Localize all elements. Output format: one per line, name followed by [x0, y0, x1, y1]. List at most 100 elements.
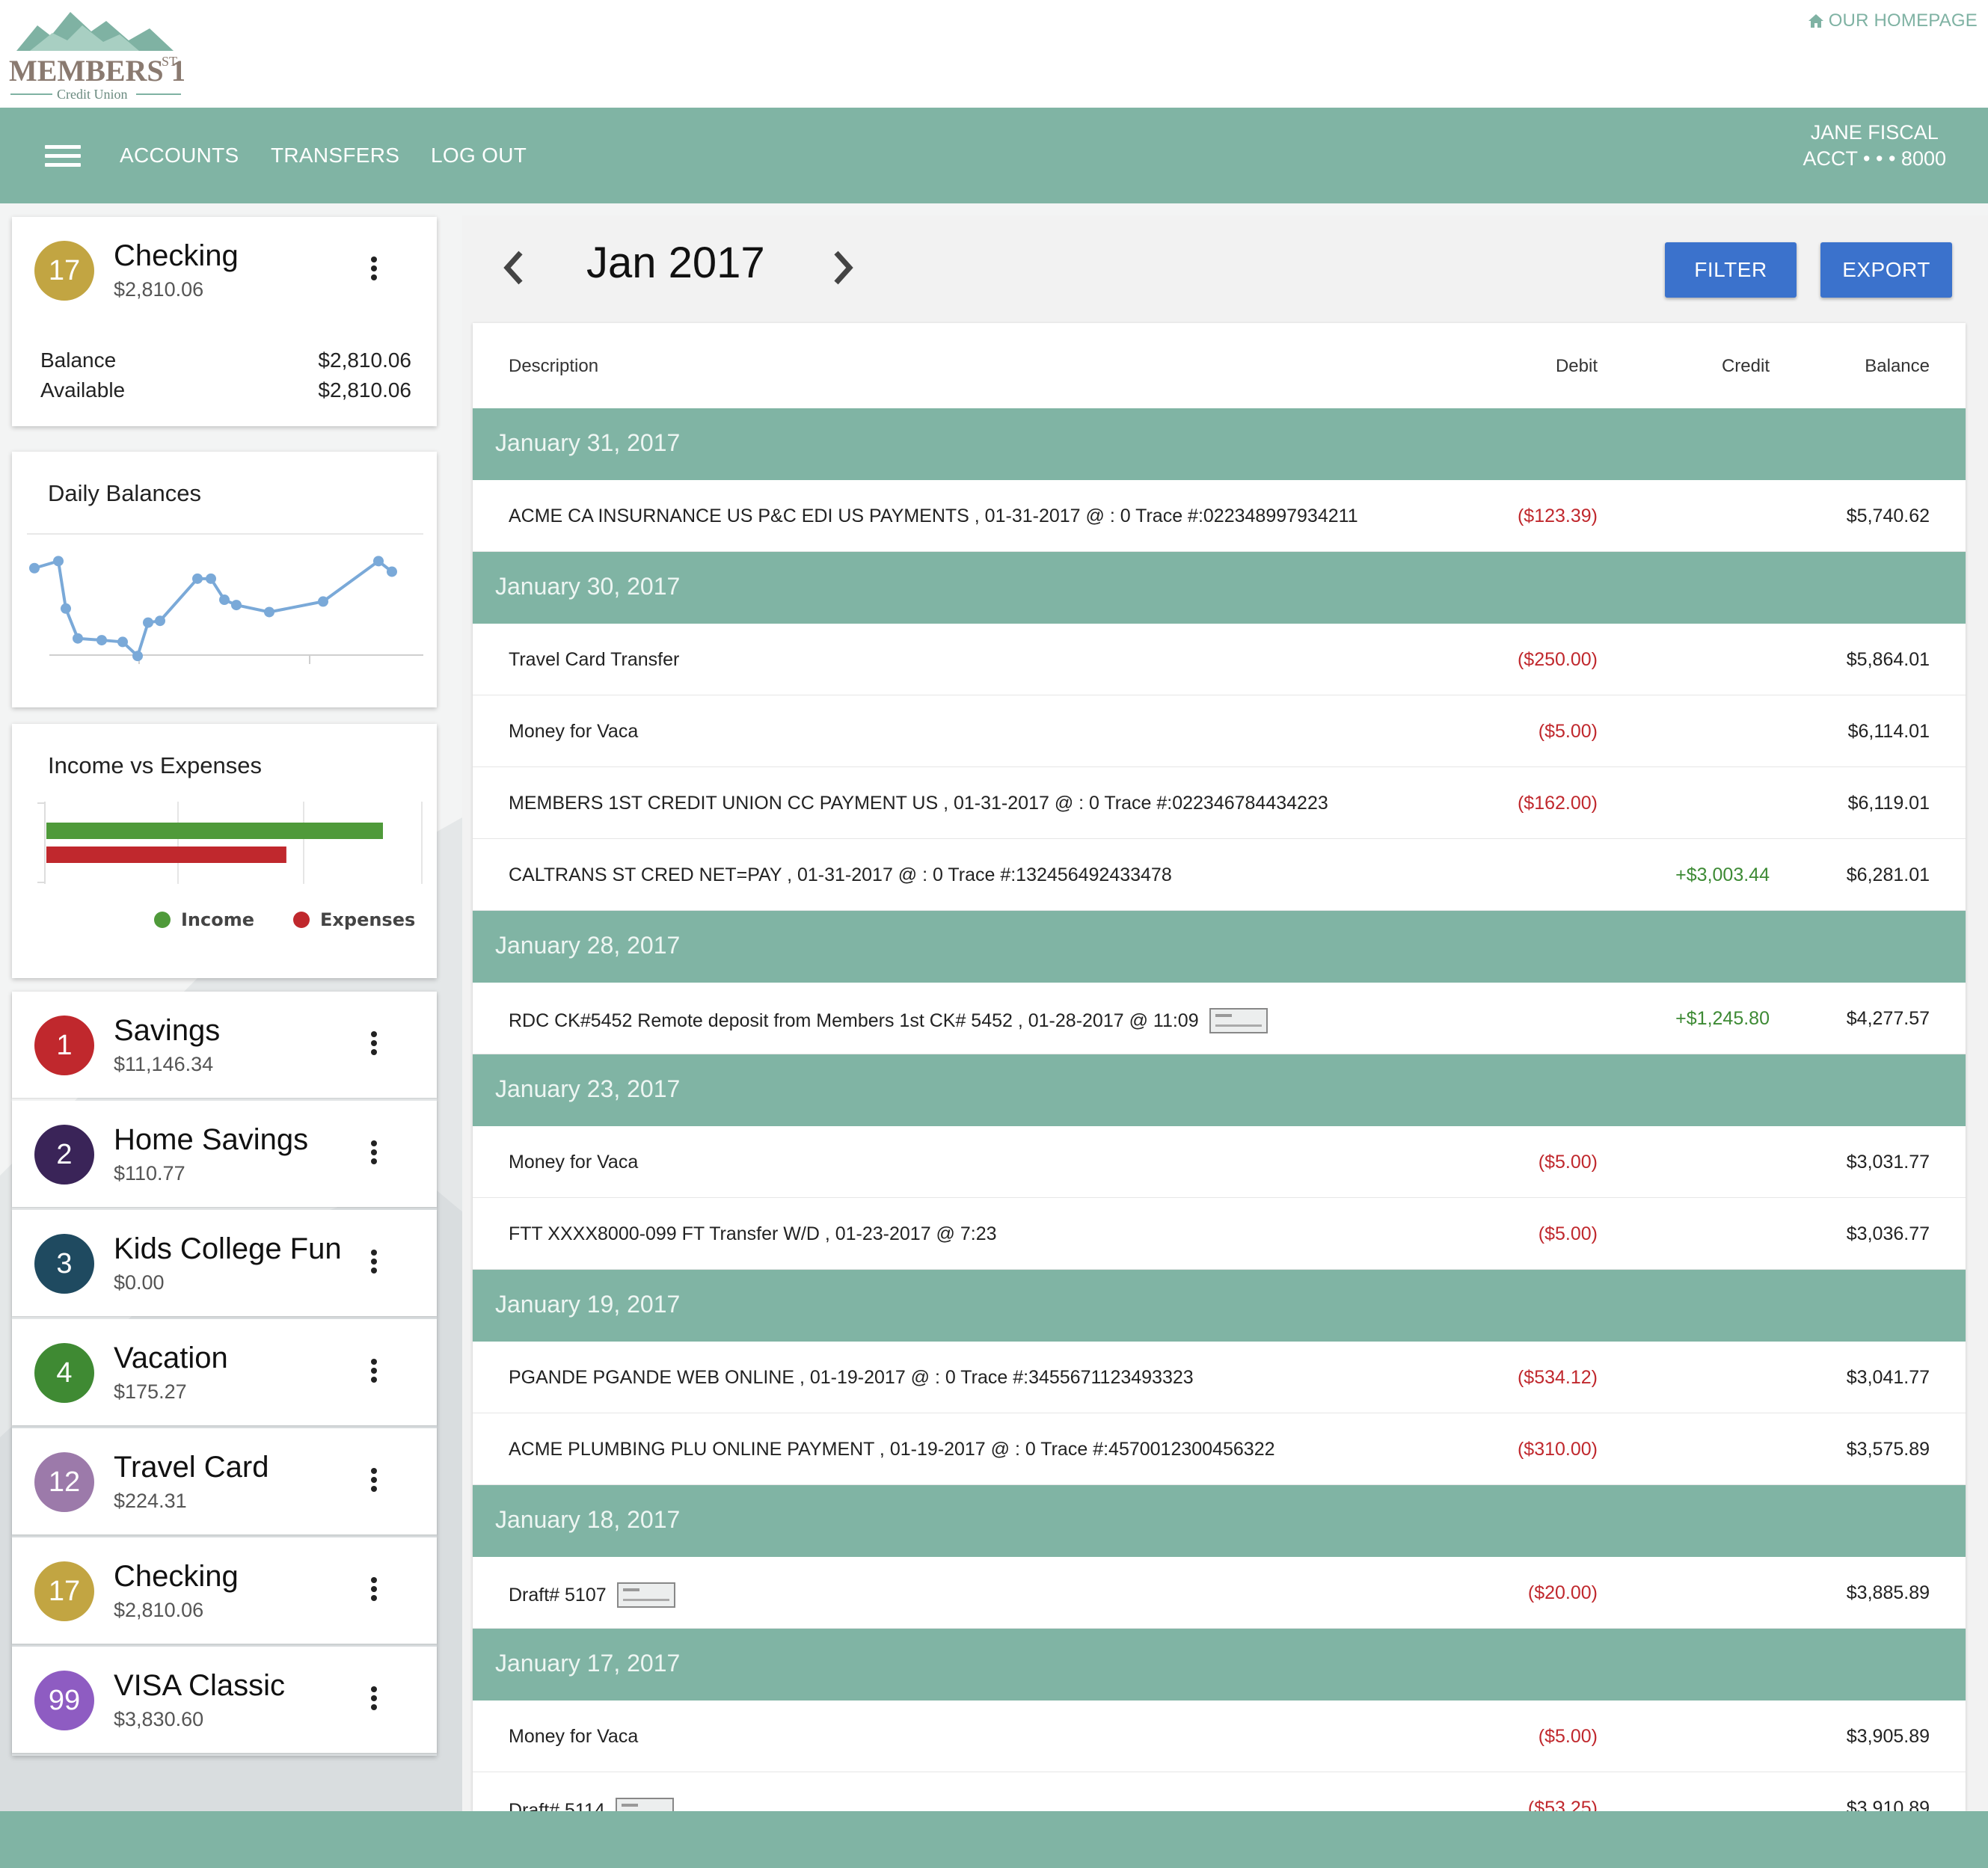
balance-point[interactable] — [61, 603, 71, 614]
nav-log-out[interactable]: LOG OUT — [431, 144, 527, 168]
filter-button[interactable]: FILTER — [1665, 242, 1797, 298]
balance-point[interactable] — [73, 633, 83, 644]
transaction-row[interactable]: CALTRANS ST CRED NET=PAY , 01-31-2017 @ … — [473, 839, 1966, 911]
transaction-description: Draft# 5114 — [509, 1799, 605, 1812]
more-options-icon[interactable] — [365, 1357, 383, 1389]
transaction-row[interactable]: Money for Vaca ($5.00) $3,031.77 — [473, 1126, 1966, 1198]
transactions-panel: Jan 2017 FILTER EXPORT Description Debit… — [462, 215, 1988, 1811]
balance-point[interactable] — [132, 651, 143, 662]
account-amount: $11,146.34 — [114, 1053, 214, 1075]
transaction-row[interactable]: ACME CA INSURNANCE US P&C EDI US PAYMENT… — [473, 480, 1966, 552]
transaction-row[interactable]: Money for Vaca ($5.00) $3,905.89 — [473, 1700, 1966, 1772]
date-group-header: January 31, 2017 — [473, 408, 1966, 480]
transaction-row[interactable]: Travel Card Transfer ($250.00) $5,864.01 — [473, 624, 1966, 695]
current-account-card[interactable]: 17 Checking $2,810.06 Balance $2,810.06 … — [12, 217, 437, 426]
transaction-row[interactable]: PGANDE PGANDE WEB ONLINE , 01-19-2017 @ … — [473, 1342, 1966, 1413]
members-1st-logo[interactable]: MEMBERS 1 ST Credit Union — [7, 6, 184, 102]
account-list-item[interactable]: 1 Savings $11,146.34 — [12, 992, 437, 1098]
more-options-icon[interactable] — [365, 1138, 383, 1171]
hamburger-menu-icon[interactable] — [45, 145, 81, 168]
expenses-bar[interactable] — [46, 847, 286, 863]
transaction-description-cell: CALTRANS ST CRED NET=PAY , 01-31-2017 @ … — [509, 864, 1172, 886]
transaction-description: Money for Vaca — [509, 1726, 639, 1747]
balance-point[interactable] — [143, 617, 153, 628]
check-image-icon[interactable] — [616, 1582, 675, 1608]
balance-point[interactable] — [219, 594, 230, 606]
account-name: Home Savings — [114, 1123, 309, 1156]
balance-point[interactable] — [53, 556, 64, 567]
more-options-icon[interactable] — [365, 1684, 383, 1717]
more-options-icon[interactable] — [365, 1247, 383, 1280]
transaction-row[interactable]: Draft# 5114 ($53.25) $3,910.89 — [473, 1772, 1966, 1811]
transaction-description: FTT XXXX8000-099 FT Transfer W/D , 01-23… — [509, 1223, 997, 1244]
group-date: January 17, 2017 — [495, 1650, 681, 1677]
available-label: Available — [40, 378, 126, 402]
balance-point[interactable] — [231, 600, 242, 611]
account-list-item[interactable]: 3 Kids College Fun $0.00 — [12, 1210, 437, 1316]
transaction-debit: ($162.00) — [1517, 793, 1598, 814]
transaction-debit: ($534.12) — [1517, 1367, 1598, 1388]
more-options-icon[interactable] — [365, 1466, 383, 1499]
accounts-list: 1 Savings $11,146.34 2 Home Savings $110.77 3 K… — [12, 992, 437, 1756]
account-badge: 4 — [34, 1343, 94, 1403]
balance-point[interactable] — [117, 636, 128, 648]
daily-balances-title: Daily Balances — [48, 480, 202, 506]
column-debit[interactable]: Debit — [1556, 356, 1598, 377]
balance-point[interactable] — [29, 562, 40, 574]
column-credit[interactable]: Credit — [1722, 356, 1770, 377]
account-list-item[interactable]: 2 Home Savings $110.77 — [12, 1101, 437, 1207]
next-month-icon[interactable] — [827, 245, 857, 290]
our-homepage-link[interactable]: OUR HOMEPAGE — [1808, 10, 1978, 31]
date-group-header: January 23, 2017 — [473, 1054, 1966, 1126]
transaction-debit: ($20.00) — [1527, 1582, 1598, 1603]
group-date: January 19, 2017 — [495, 1291, 681, 1318]
nav-transfers[interactable]: TRANSFERS — [271, 144, 399, 168]
balance-point[interactable] — [192, 573, 203, 584]
balance-point[interactable] — [387, 566, 397, 577]
balance-point[interactable] — [155, 615, 165, 627]
income-expenses-title: Income vs Expenses — [48, 752, 263, 778]
transaction-description-cell: PGANDE PGANDE WEB ONLINE , 01-19-2017 @ … — [509, 1367, 1194, 1389]
transaction-row[interactable]: MEMBERS 1ST CREDIT UNION CC PAYMENT US ,… — [473, 767, 1966, 839]
transaction-row[interactable]: ACME PLUMBING PLU ONLINE PAYMENT , 01-19… — [473, 1413, 1966, 1485]
transaction-row[interactable]: Draft# 5107 ($20.00) $3,885.89 — [473, 1557, 1966, 1629]
account-list-item[interactable]: 4 Vacation $175.27 — [12, 1319, 437, 1425]
income-bar[interactable] — [46, 823, 383, 839]
more-options-icon[interactable] — [365, 1029, 383, 1062]
balance-point[interactable] — [318, 596, 328, 607]
transaction-row[interactable]: FTT XXXX8000-099 FT Transfer W/D , 01-23… — [473, 1198, 1966, 1270]
balance-point[interactable] — [96, 635, 107, 646]
transaction-debit: ($5.00) — [1538, 721, 1598, 742]
export-button[interactable]: EXPORT — [1820, 242, 1952, 298]
previous-month-icon[interactable] — [500, 245, 530, 290]
daily-balances-chart — [27, 533, 423, 664]
balance-point[interactable] — [206, 573, 216, 584]
transaction-description-cell: Money for Vaca — [509, 721, 638, 743]
date-group-header: January 30, 2017 — [473, 552, 1966, 624]
more-options-icon[interactable] — [365, 254, 383, 287]
available-value: $2,810.06 — [318, 378, 411, 402]
account-list-item[interactable]: 12 Travel Card $224.31 — [12, 1428, 437, 1534]
account-list-item[interactable]: 99 VISA Classic $3,830.60 — [12, 1647, 437, 1753]
transactions-table: Description Debit Credit Balance January… — [473, 323, 1966, 1811]
transaction-credit: +$3,003.44 — [1675, 864, 1770, 885]
nav-accounts[interactable]: ACCOUNTS — [120, 144, 239, 168]
balance-point[interactable] — [264, 606, 274, 618]
main-nav-bar: ACCOUNTS TRANSFERS LOG OUT JANE FISCAL A… — [0, 108, 1988, 203]
balance-point[interactable] — [373, 556, 384, 567]
account-list-item[interactable]: 17 Checking $2,810.06 — [12, 1537, 437, 1644]
column-description[interactable]: Description — [509, 356, 598, 377]
transaction-row[interactable]: Money for Vaca ($5.00) $6,114.01 — [473, 695, 1966, 767]
account-name: Travel Card — [114, 1451, 269, 1484]
transaction-row[interactable]: RDC CK#5452 Remote deposit from Members … — [473, 983, 1966, 1054]
column-balance[interactable]: Balance — [1865, 356, 1930, 377]
more-options-icon[interactable] — [365, 1575, 383, 1608]
check-image-icon[interactable] — [1209, 1008, 1268, 1033]
transaction-balance: $6,114.01 — [1847, 721, 1930, 742]
daily-balances-card: Daily Balances — [12, 452, 437, 707]
account-name: Kids College Fun — [114, 1232, 342, 1265]
transaction-balance: $3,575.89 — [1846, 1439, 1930, 1460]
transaction-description-cell: ACME PLUMBING PLU ONLINE PAYMENT , 01-19… — [509, 1439, 1275, 1460]
svg-text:ST: ST — [162, 54, 177, 69]
check-image-icon[interactable] — [615, 1798, 674, 1811]
